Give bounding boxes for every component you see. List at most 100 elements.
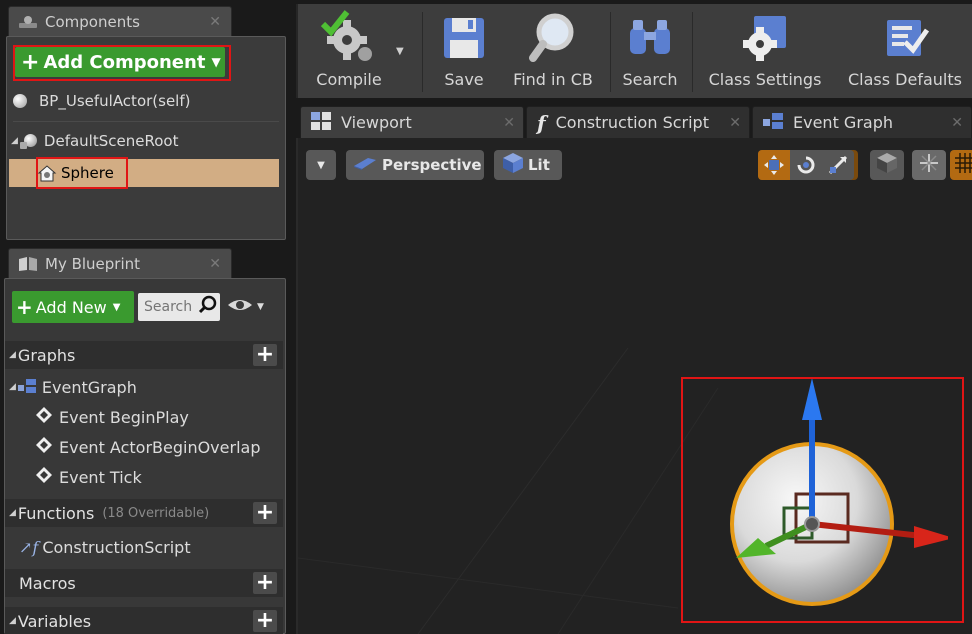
search-input[interactable] [144,299,194,315]
toolbar-separator [610,12,611,92]
event-diamond-icon [35,406,53,428]
scene-root-icon [19,133,38,149]
world-local-toggle[interactable] [870,150,904,180]
dropdown-arrow-icon: ▼ [257,302,264,312]
toolbar-separator [692,12,693,92]
compile-options-dropdown[interactable]: ▼ [396,46,404,57]
cube-icon [876,152,898,178]
add-new-button[interactable]: + Add New ▼ [12,291,134,323]
tab-event-graph[interactable]: Event Graph ✕ [752,106,972,138]
book-icon [17,256,39,272]
plus-icon: + [21,49,40,75]
sphere-component-icon [37,163,57,183]
find-in-cb-button[interactable]: Find in CB [504,4,602,98]
compile-gear-icon [317,10,381,66]
variables-section-header[interactable]: ◢ Variables + [5,607,283,634]
default-scene-root-row[interactable]: ◢ DefaultSceneRoot [7,129,285,153]
sphere-actor[interactable] [688,378,948,618]
add-macro-button[interactable]: + [253,572,277,594]
perspective-label: Perspective [382,156,482,174]
sphere-component-row[interactable]: Sphere [9,159,279,187]
components-tab[interactable]: Components ✕ [8,6,232,36]
tab-construction-script[interactable]: f Construction Script ✕ [526,106,750,138]
graphs-label: Graphs [17,345,76,365]
expand-triangle-icon[interactable]: ◢ [9,350,16,360]
search-button[interactable]: Search [616,4,684,98]
search-icon[interactable] [198,295,218,319]
event-graph-icon [763,112,783,133]
close-icon[interactable]: ✕ [951,115,963,131]
sphere-white-icon [13,94,27,108]
macros-label: Macros [19,573,76,593]
event-row[interactable]: Event Tick [5,465,285,489]
class-defaults-label: Class Defaults [848,70,962,89]
tab-viewport[interactable]: Viewport ✕ [300,106,524,138]
find-in-cb-label: Find in CB [513,70,593,89]
add-component-label: Add Component [43,51,206,73]
grid-snap-button[interactable] [950,150,972,180]
viewport-area[interactable]: ▼ Perspective Lit [296,138,972,634]
class-defaults-icon [881,10,929,66]
class-settings-icon [740,10,790,66]
expand-triangle-icon[interactable]: ◢ [11,136,18,146]
event-label: Event BeginPlay [59,407,189,427]
add-function-button[interactable]: + [253,502,277,524]
scale-icon[interactable] [822,150,854,180]
components-tab-title: Components [45,12,140,31]
grid-icon [955,153,972,177]
compile-label: Compile [316,70,382,89]
class-defaults-button[interactable]: Class Defaults [842,4,968,98]
search-box[interactable] [138,293,220,321]
dropdown-arrow-icon: ▼ [112,301,121,313]
class-settings-button[interactable]: Class Settings [698,4,832,98]
search-label: Search [622,70,678,89]
functions-section-header[interactable]: ◢ Functions (18 Overridable) + [5,499,283,527]
event-graph-row[interactable]: ◢ EventGraph [5,375,285,399]
expand-triangle-icon[interactable]: ◢ [9,382,16,392]
close-icon[interactable]: ✕ [503,115,515,131]
close-icon[interactable]: ✕ [729,115,741,131]
functions-override-count: (18 Overridable) [102,505,210,521]
event-row[interactable]: Event ActorBeginOverlap [5,435,281,459]
class-settings-label: Class Settings [708,70,822,89]
event-diamond-icon [35,466,53,488]
add-graph-button[interactable]: + [253,344,277,366]
toolbar-separator [422,12,423,92]
construction-script-row[interactable]: ↗f ConstructionScript [5,535,285,559]
self-row[interactable]: BP_UsefulActor(self) [7,89,285,113]
perspective-button[interactable]: Perspective [346,150,484,180]
viewport-icon [311,111,331,134]
eye-icon [227,297,253,317]
lit-label: Lit [528,156,550,174]
event-label: Event ActorBeginOverlap [59,437,261,457]
my-blueprint-tab[interactable]: My Blueprint ✕ [8,248,232,278]
transform-mode-group [758,150,858,180]
translate-icon[interactable] [758,150,790,180]
expand-triangle-icon[interactable]: ◢ [9,508,16,518]
chevron-down-icon: ▼ [317,159,325,171]
my-blueprint-tab-title: My Blueprint [45,254,141,273]
tab-event-graph-label: Event Graph [793,113,893,132]
blueprint-toolbar: Compile ▼ Save Find in CB Search Class S… [296,4,972,98]
compile-button[interactable]: Compile [304,4,394,98]
event-diamond-icon [35,436,53,458]
viewport-options-button[interactable]: ▼ [306,150,336,180]
event-row[interactable]: Event BeginPlay [5,405,285,429]
save-button[interactable]: Save [428,4,500,98]
magnifier-icon [529,10,577,66]
my-blueprint-panel: + Add New ▼ ▼ ◢ Graphs + ◢ EventGraph Ev… [4,278,286,634]
macros-section-header[interactable]: Macros + [5,569,283,597]
add-variable-button[interactable]: + [253,610,277,632]
functions-label: Functions [17,503,95,523]
rotate-icon[interactable] [790,150,822,180]
add-component-button[interactable]: + Add Component ▼ [15,47,225,77]
surface-snapping-button[interactable] [912,150,946,180]
expand-triangle-icon[interactable]: ◢ [9,616,16,626]
close-icon[interactable]: ✕ [209,256,221,272]
graphs-section-header[interactable]: ◢ Graphs + [5,341,283,369]
lit-button[interactable]: Lit [494,150,562,180]
view-options-button[interactable]: ▼ [227,297,264,317]
plus-icon: + [16,295,33,319]
binoculars-icon [627,10,673,66]
close-icon[interactable]: ✕ [209,14,221,30]
